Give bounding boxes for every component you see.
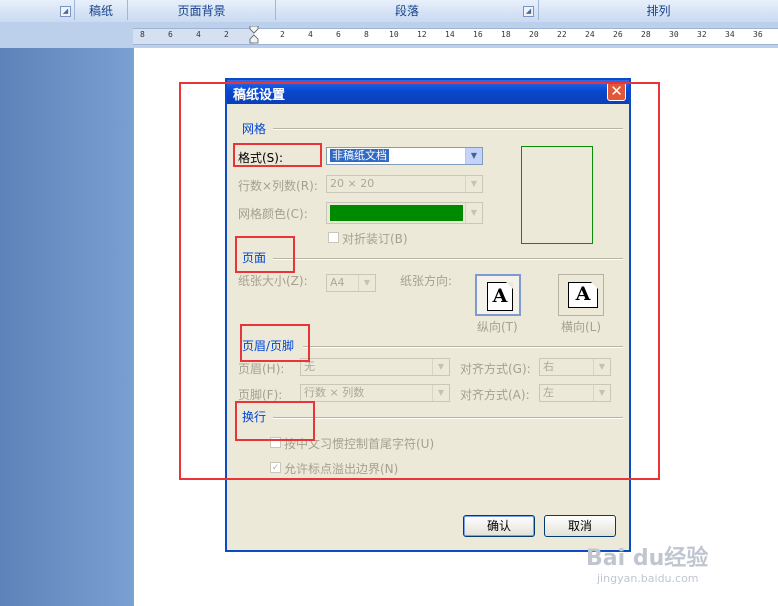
ruler-tick: 4	[196, 30, 201, 39]
annotation-box	[240, 324, 310, 362]
ruler-margin	[133, 29, 254, 44]
ribbon: ◢ 稿纸 页面背景 段落 ◢ 排列	[0, 0, 778, 23]
cancel-button[interactable]: 取消	[544, 515, 616, 537]
ruler-tick: 24	[585, 30, 595, 39]
ruler-tick: 30	[669, 30, 679, 39]
watermark-logo: Bai du经验	[586, 546, 709, 571]
watermark-url: jingyan.baidu.com	[597, 572, 699, 585]
ruler-tick: 2	[280, 30, 285, 39]
ruler-tick: 20	[529, 30, 539, 39]
indent-marker-icon[interactable]	[249, 26, 259, 44]
annotation-box	[235, 401, 315, 441]
ruler-tick: 6	[168, 30, 173, 39]
annotation-box	[235, 236, 295, 273]
ruler-tick: 4	[308, 30, 313, 39]
ribbon-group-page-background[interactable]: 页面背景	[128, 0, 276, 20]
ribbon-group-arrange[interactable]: 排列	[539, 0, 778, 20]
ribbon-group-gaozhi[interactable]: 稿纸	[75, 0, 128, 20]
ribbon-group-paragraph[interactable]: 段落	[276, 0, 539, 20]
workspace-background	[0, 48, 133, 606]
ruler-tick: 22	[557, 30, 567, 39]
ruler-tick: 34	[725, 30, 735, 39]
ruler-tick: 2	[224, 30, 229, 39]
ruler-tick: 36	[753, 30, 763, 39]
horizontal-ruler[interactable]: 8 6 4 2 2 4 6 8 10 12 14 16 18 20 22 24 …	[133, 28, 778, 45]
annotation-box	[233, 143, 322, 167]
ruler-tick: 32	[697, 30, 707, 39]
paragraph-launcher-icon[interactable]: ◢	[523, 6, 534, 17]
ruler-tick: 6	[336, 30, 341, 39]
ruler-tick: 12	[417, 30, 427, 39]
ok-button[interactable]: 确认	[463, 515, 535, 537]
ruler-tick: 28	[641, 30, 651, 39]
ruler-tick: 8	[140, 30, 145, 39]
ruler-tick: 16	[473, 30, 483, 39]
ruler-tick: 26	[613, 30, 623, 39]
ribbon-group-left-edge: ◢	[0, 0, 75, 20]
ribbon-group-paragraph-label: 段落	[394, 4, 419, 18]
ruler-tick: 10	[389, 30, 399, 39]
ruler-tick: 8	[364, 30, 369, 39]
ruler-tick: 18	[501, 30, 511, 39]
ruler-tick: 14	[445, 30, 455, 39]
dialog-launcher-icon[interactable]: ◢	[60, 6, 71, 17]
